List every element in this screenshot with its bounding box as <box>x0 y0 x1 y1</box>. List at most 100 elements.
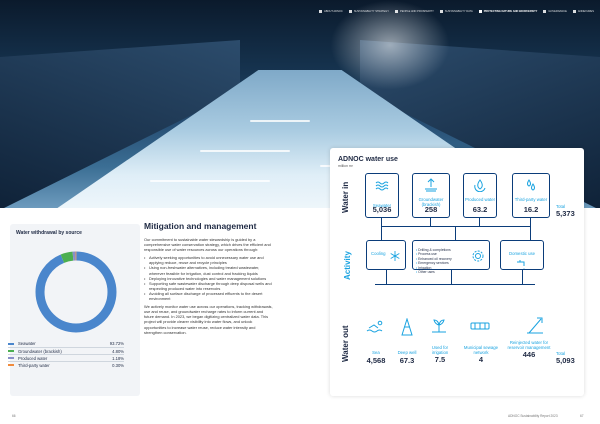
water-use-title: ADNOC water use <box>338 156 398 163</box>
water-in-seawater: Seawater 5,036 <box>365 173 399 218</box>
water-in-value: 258 <box>424 205 438 214</box>
connector-line <box>451 270 452 284</box>
nav-item[interactable]: GOVERNANCE <box>543 6 566 16</box>
total-value: 5,093 <box>556 356 575 365</box>
activity-domestic: Domestic use <box>500 240 544 270</box>
water-out-label: Reinjected water for reservoir managemen… <box>507 340 551 350</box>
legend-label: Groundwater (brackish) <box>18 348 62 354</box>
droplet-recycle-icon <box>474 179 486 192</box>
water-in-groundwater: Groundwater (brackish) 258 <box>412 173 450 218</box>
legend-label: Produced water <box>18 355 48 361</box>
legend-row: Produced water 1.18% <box>8 354 124 361</box>
water-use-unit: million m³ <box>338 164 353 168</box>
bullet-item: Avoiding all surface discharge of proces… <box>144 291 274 301</box>
donut-slice-seawater <box>35 251 117 333</box>
legend-swatch <box>8 357 14 359</box>
bullet-item: Supporting safe wastewater discharge thr… <box>144 281 274 291</box>
chart-title: Water withdrawal by source <box>16 230 82 236</box>
legend-swatch <box>8 364 14 366</box>
activity-list: Drilling & completions Process use Enhan… <box>416 248 452 274</box>
water-in-value: 16.2 <box>523 205 539 214</box>
water-out-irrigation: Used for irrigation 7.5 <box>425 345 455 365</box>
well-icon <box>401 318 413 336</box>
legend-row: Third-party water 0.30% <box>8 361 124 368</box>
connector-line <box>381 226 531 227</box>
activity-cooling: Cooling <box>366 240 406 270</box>
row-label-activity: Activity <box>343 251 352 280</box>
connector-line <box>375 284 535 285</box>
water-out-municipal: Municipal sewage network 4 <box>460 345 502 365</box>
wave-highlight <box>150 180 270 182</box>
legend-row: Groundwater (brackish) 4.80% <box>8 347 124 354</box>
faucet-icon <box>517 260 525 269</box>
water-out-value: 67.3 <box>399 355 415 365</box>
nav-item[interactable]: SUSTAINABILITY DATA <box>440 6 473 16</box>
donut-chart <box>35 251 117 333</box>
legend-value: 4.80% <box>112 348 124 354</box>
water-out-label: Used for irrigation <box>431 345 449 355</box>
water-out-label: Municipal sewage network <box>463 345 499 355</box>
legend-label: Seawater <box>18 341 36 346</box>
connector-line <box>479 218 480 226</box>
water-out-value: 7.5 <box>434 355 446 365</box>
connector-line <box>386 270 387 284</box>
water-withdrawal-card: Water withdrawal by source <box>10 224 140 396</box>
droplets-icon <box>527 179 535 191</box>
connector-line <box>530 226 531 240</box>
water-in-value: 63.2 <box>472 205 488 214</box>
article: Mitigation and management Our commitment… <box>144 221 274 338</box>
activity-item: Other uses <box>416 270 452 274</box>
connector-line <box>430 218 431 226</box>
sewage-icon <box>470 322 490 330</box>
nav-item[interactable]: ANNEXURES <box>573 6 594 16</box>
reinjection-icon <box>527 317 543 334</box>
nav-item-active[interactable]: PROTECTING NATURE AND BIODIVERSITY <box>479 6 538 16</box>
water-in-total: Total 5,373 <box>556 204 575 218</box>
water-out-sea: Sea 4,568 <box>365 350 387 365</box>
section-nav: ABOUT ADNOC SUSTAINABILITY STRATEGY PEOP… <box>300 6 594 16</box>
activity-label: Domestic use <box>508 251 536 256</box>
total-value: 5,373 <box>556 209 575 218</box>
water-out-value: 4 <box>478 355 484 365</box>
waves-icon <box>375 181 389 191</box>
irrigation-icon <box>432 319 446 333</box>
article-intro: Our commitment to sustainable water stew… <box>144 237 271 253</box>
row-label-water-out: Water out <box>341 325 350 362</box>
wave-highlight <box>250 120 310 122</box>
legend-value: 1.18% <box>112 355 124 361</box>
row-label-water-in: Water in <box>341 181 350 213</box>
water-in-third-party: Third-party water 16.2 <box>512 173 550 218</box>
nav-item[interactable]: SUSTAINABILITY STRATEGY <box>349 6 389 16</box>
legend-swatch <box>8 342 14 345</box>
legend-label: Third-party water <box>18 362 50 368</box>
activity-item: Emergency services <box>416 261 452 265</box>
report-title: ADNOC Sustainability Report 2023 <box>508 414 558 418</box>
connector-line <box>530 218 531 226</box>
legend-value: 0.30% <box>112 362 124 368</box>
chart-legend: Seawater 93.72% Groundwater (brackish) 4.80… <box>8 340 124 368</box>
connector-line <box>381 218 382 226</box>
connector-line <box>381 226 382 240</box>
article-title: Mitigation and management <box>144 221 257 231</box>
bullet-item: Using non-freshwater alternatives, inclu… <box>144 265 274 275</box>
wave-highlight <box>200 150 290 152</box>
article-closing: We actively monitor water use across our… <box>144 304 273 335</box>
groundwater-icon <box>425 178 437 192</box>
water-out-value: 4,568 <box>366 355 386 365</box>
water-in-label: Third-party water <box>514 197 548 202</box>
gear-icon <box>472 250 484 262</box>
nav-item[interactable]: ABOUT ADNOC <box>319 6 343 16</box>
legend-row: Seawater 93.72% <box>8 340 124 347</box>
water-in-value: 5,036 <box>372 205 392 214</box>
water-in-label: Produced water <box>464 197 496 202</box>
connector-line <box>522 270 523 284</box>
nav-item[interactable]: PEOPLE AND PROSPERITY <box>395 6 434 16</box>
water-out-value: 446 <box>522 350 536 360</box>
water-in-produced: Produced water 63.2 <box>463 173 497 218</box>
page-number-right: 67 <box>580 414 584 418</box>
bullet-item: Actively seeking opportunities to avoid … <box>144 255 274 265</box>
swimmer-icon <box>366 320 383 333</box>
page-number-left: 66 <box>12 414 16 418</box>
connector-line <box>455 226 456 240</box>
article-bullets: Actively seeking opportunities to avoid … <box>144 255 274 301</box>
